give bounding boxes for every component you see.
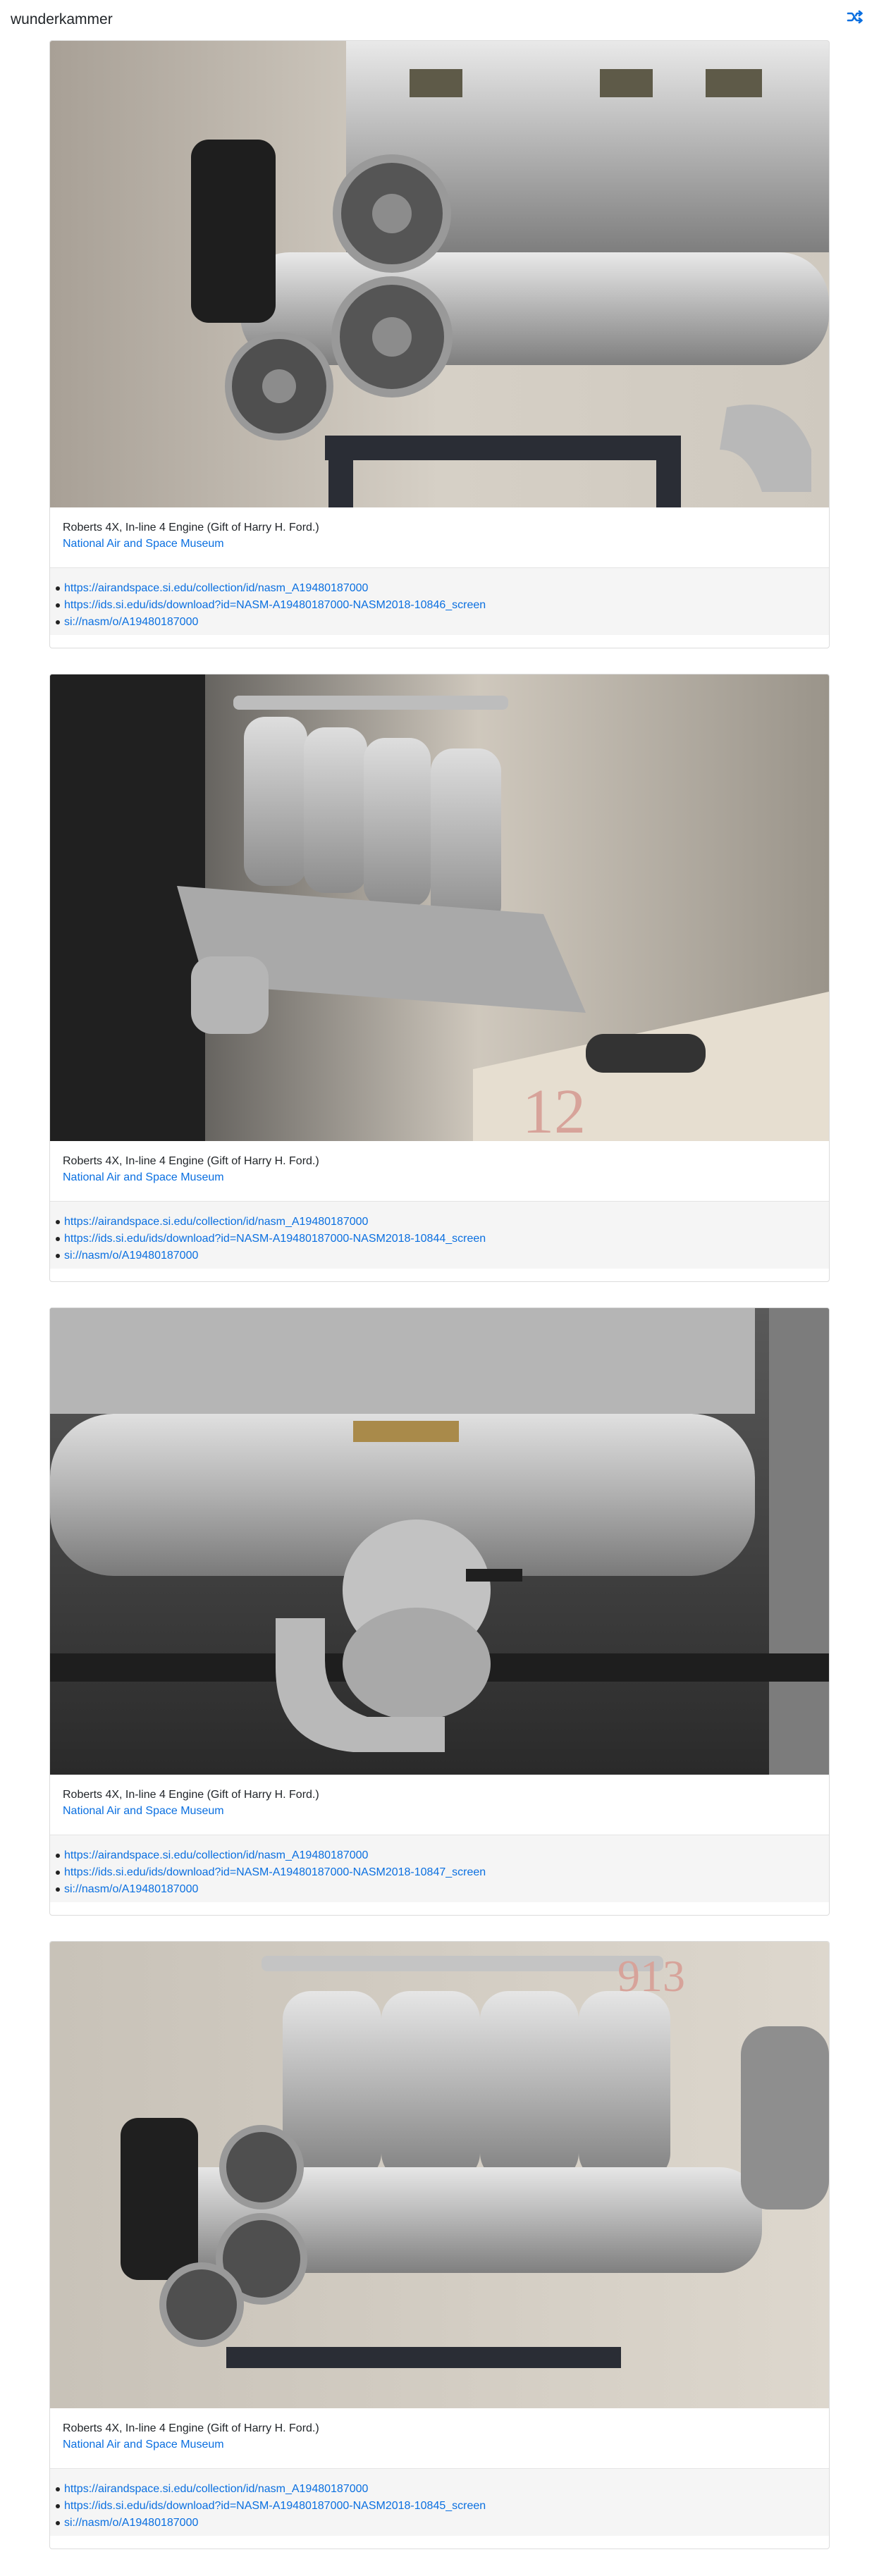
item-caption: Roberts 4X, In-line 4 Engine (Gift of Ha… — [63, 522, 319, 534]
list-item: https://ids.si.edu/ids/download?id=NASM-… — [56, 1231, 486, 1247]
si-uri-link[interactable]: si://nasm/o/A19480187000 — [64, 1250, 198, 1262]
card-footer: https://airandspace.si.edu/collection/id… — [50, 567, 829, 635]
si-uri-link[interactable]: si://nasm/o/A19480187000 — [64, 616, 198, 628]
card-body: Roberts 4X, In-line 4 Engine (Gift of Ha… — [50, 1775, 829, 1835]
download-link[interactable]: https://ids.si.edu/ids/download?id=NASM-… — [64, 599, 486, 611]
link-list: https://airandspace.si.edu/collection/id… — [56, 2481, 486, 2532]
si-uri-link[interactable]: si://nasm/o/A19480187000 — [64, 2517, 198, 2529]
list-item: https://ids.si.edu/ids/download?id=NASM-… — [56, 1864, 486, 1881]
item-card: 12 Roberts 4X, In-line 4 Engine (Gift of… — [49, 674, 830, 1282]
museum-link[interactable]: National Air and Space Museum — [63, 538, 224, 550]
card-footer: https://airandspace.si.edu/collection/id… — [50, 1201, 829, 1269]
list-item: si://nasm/o/A19480187000 — [56, 1881, 486, 1898]
svg-text:12: 12 — [522, 1077, 586, 1141]
svg-text:913: 913 — [617, 1951, 685, 2001]
download-link[interactable]: https://ids.si.edu/ids/download?id=NASM-… — [64, 2500, 486, 2512]
list-item: https://airandspace.si.edu/collection/id… — [56, 2481, 486, 2498]
si-uri-link[interactable]: si://nasm/o/A19480187000 — [64, 1883, 198, 1895]
engine-photo[interactable]: 12 — [50, 674, 829, 1141]
card-footer: https://airandspace.si.edu/collection/id… — [50, 1835, 829, 1902]
list-item: si://nasm/o/A19480187000 — [56, 2515, 486, 2532]
collection-link[interactable]: https://airandspace.si.edu/collection/id… — [64, 1849, 368, 1861]
list-item: https://airandspace.si.edu/collection/id… — [56, 580, 486, 597]
card-body: Roberts 4X, In-line 4 Engine (Gift of Ha… — [50, 2408, 829, 2468]
download-link[interactable]: https://ids.si.edu/ids/download?id=NASM-… — [64, 1233, 486, 1245]
card-footer: https://airandspace.si.edu/collection/id… — [50, 2468, 829, 2536]
engine-photo[interactable] — [50, 41, 829, 507]
engine-photo[interactable] — [50, 1308, 829, 1775]
item-card: Roberts 4X, In-line 4 Engine (Gift of Ha… — [49, 40, 830, 648]
museum-link[interactable]: National Air and Space Museum — [63, 1805, 224, 1818]
list-item: si://nasm/o/A19480187000 — [56, 1247, 486, 1264]
list-item: https://airandspace.si.edu/collection/id… — [56, 1214, 486, 1231]
engine-photo[interactable]: 913 — [50, 1942, 829, 2408]
item-card: 913 Roberts 4X, In-line 4 Engine (Gift o… — [49, 1941, 830, 2549]
museum-link[interactable]: National Air and Space Museum — [63, 1171, 224, 1184]
list-item: https://ids.si.edu/ids/download?id=NASM-… — [56, 2498, 486, 2515]
navbar: wunderkammer — [0, 0, 879, 41]
list-item: si://nasm/o/A19480187000 — [56, 614, 486, 631]
shuffle-icon[interactable] — [845, 7, 865, 27]
card-body: Roberts 4X, In-line 4 Engine (Gift of Ha… — [50, 1141, 829, 1201]
collection-link[interactable]: https://airandspace.si.edu/collection/id… — [64, 1216, 368, 1228]
card-body: Roberts 4X, In-line 4 Engine (Gift of Ha… — [50, 507, 829, 567]
list-item: https://ids.si.edu/ids/download?id=NASM-… — [56, 597, 486, 614]
item-card: Roberts 4X, In-line 4 Engine (Gift of Ha… — [49, 1307, 830, 1916]
item-caption: Roberts 4X, In-line 4 Engine (Gift of Ha… — [63, 2422, 319, 2434]
collection-link[interactable]: https://airandspace.si.edu/collection/id… — [64, 2483, 368, 2495]
item-caption: Roberts 4X, In-line 4 Engine (Gift of Ha… — [63, 1789, 319, 1801]
download-link[interactable]: https://ids.si.edu/ids/download?id=NASM-… — [64, 1866, 486, 1878]
museum-link[interactable]: National Air and Space Museum — [63, 2439, 224, 2451]
brand-link[interactable]: wunderkammer — [11, 11, 113, 28]
link-list: https://airandspace.si.edu/collection/id… — [56, 1847, 486, 1898]
item-caption: Roberts 4X, In-line 4 Engine (Gift of Ha… — [63, 1155, 319, 1167]
list-item: https://airandspace.si.edu/collection/id… — [56, 1847, 486, 1864]
link-list: https://airandspace.si.edu/collection/id… — [56, 580, 486, 631]
link-list: https://airandspace.si.edu/collection/id… — [56, 1214, 486, 1264]
collection-link[interactable]: https://airandspace.si.edu/collection/id… — [64, 582, 368, 594]
